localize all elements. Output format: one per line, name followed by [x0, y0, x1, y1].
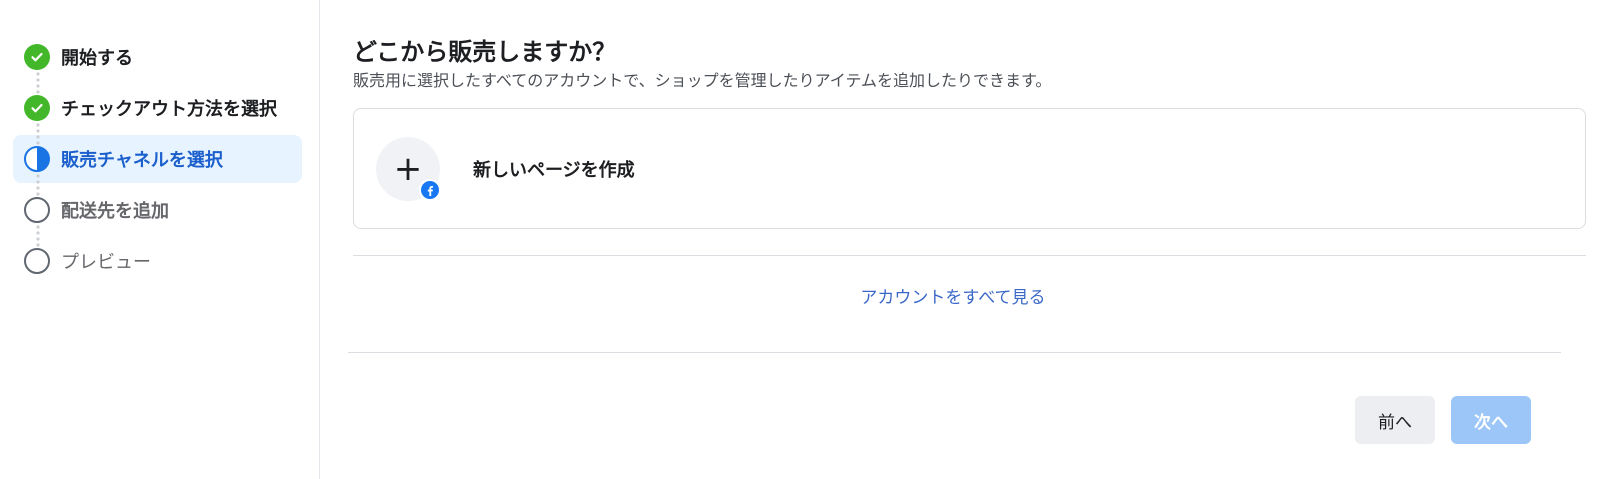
create-page-card[interactable]: + 新しいページを作成	[353, 108, 1586, 229]
next-button[interactable]: 次へ	[1451, 396, 1531, 444]
step-get-started[interactable]: 開始する	[13, 33, 302, 97]
step-label: プレビュー	[61, 252, 151, 273]
step-label: 販売チャネルを選択	[61, 150, 223, 171]
step-connector	[36, 122, 40, 148]
page-subtitle: 販売用に選択したすべてのアカウントで、ショップを管理したりアイテムを追加したりで…	[353, 71, 1052, 90]
step-connector	[36, 173, 40, 199]
step-label: チェックアウト方法を選択	[61, 99, 277, 120]
step-label: 配送先を追加	[61, 201, 169, 222]
step-preview[interactable]: プレビュー	[13, 237, 302, 285]
check-icon	[24, 44, 50, 70]
divider	[353, 255, 1586, 256]
step-label: 開始する	[61, 48, 133, 69]
check-icon	[24, 95, 50, 121]
see-all-accounts-link[interactable]: アカウントをすべて見る	[353, 283, 1553, 308]
create-page-avatar: +	[376, 136, 441, 201]
create-page-label: 新しいページを作成	[473, 159, 635, 181]
empty-circle-icon	[24, 197, 50, 223]
divider	[348, 352, 1561, 353]
step-shipping[interactable]: 配送先を追加	[13, 186, 302, 250]
setup-stepper-sidebar: 開始する チェックアウト方法を選択 販売チャネルを選択 配送先を追加 プレビュー	[0, 0, 320, 479]
step-checkout-method[interactable]: チェックアウト方法を選択	[13, 84, 302, 148]
empty-circle-icon	[24, 248, 50, 274]
step-connector	[36, 224, 40, 250]
facebook-icon	[419, 178, 441, 201]
half-circle-icon	[24, 146, 50, 172]
steps-list: 開始する チェックアウト方法を選択 販売チャネルを選択 配送先を追加 プレビュー	[13, 33, 302, 288]
previous-button[interactable]: 前へ	[1355, 396, 1435, 444]
page-title: どこから販売しますか？	[353, 38, 617, 66]
step-sales-channel[interactable]: 販売チャネルを選択	[13, 135, 302, 199]
step-connector	[36, 71, 40, 97]
plus-icon: +	[393, 148, 423, 189]
